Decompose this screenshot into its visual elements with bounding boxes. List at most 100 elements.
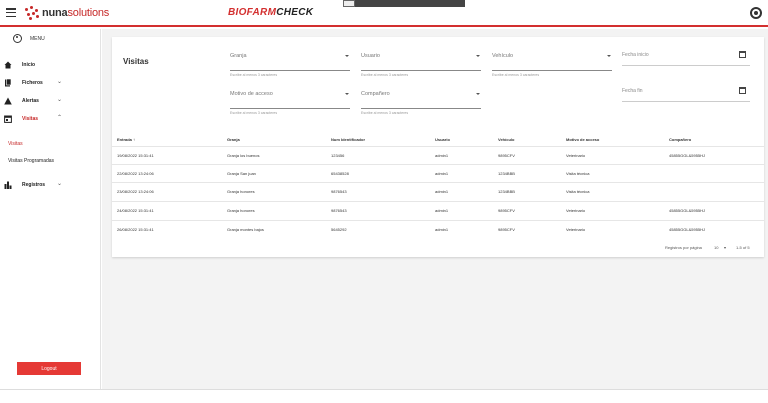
rows-per-page-label: Registros por página [665,245,702,250]
fecha-fin-placeholder: Fecha fin [622,88,643,94]
sidebar-item-label: Inicio [22,62,36,68]
sidebar-subitem-visitas-programadas[interactable]: Visitas Programadas [8,158,54,164]
table-row[interactable]: 23/08/2022 13:24:06 Granja honores 98765… [112,182,764,200]
calendar-icon[interactable] [739,87,746,94]
menu-label: MENU [30,35,45,42]
vehiculo-select[interactable]: Vehículo [492,51,612,71]
sidebar-item-inicio[interactable]: Inicio [0,57,101,73]
chevron-down-icon[interactable]: ▾ [724,245,726,250]
cell-entrada: 19/08/2022 15:31:41 [117,153,154,158]
cell-vehiculo: 9895CFV [498,208,515,213]
cell-vehiculo: 9895CFV [498,227,515,232]
cell-num-identificador: 123456 [331,153,345,158]
sidebar-item-label: Ficheros [22,80,43,86]
column-header-entrada[interactable]: Entrada ↑ [117,137,135,142]
brand-part2: CHECK [276,7,314,18]
cell-entrada: 22/08/2022 13:24:06 [117,171,154,176]
cell-motivo: Visita técnica [566,189,590,194]
cell-num-identificador: 5645292 [331,227,347,232]
cell-granja: Granja honores [227,208,255,213]
bottom-divider [0,389,768,390]
home-icon [4,61,12,69]
fecha-fin-field[interactable]: Fecha fin [622,87,750,102]
chevron-down-icon: ⌄ [57,79,63,85]
cell-num-identificador: 9876543 [331,208,347,213]
dropdown-arrow-icon [607,55,611,57]
cell-granja: Granja San juan [227,171,256,176]
logo-text-light: solutions [67,7,110,19]
granja-placeholder: Granja [230,53,247,59]
chevron-down-icon: ⌄ [57,181,63,187]
sidebar-item-ficheros[interactable]: Ficheros ⌄ [0,75,101,91]
chevron-up-icon: ⌃ [57,115,63,121]
cell-motivo: Veterinario [566,227,586,232]
warning-icon [4,97,12,105]
pagination-range: 1-5 of 5 [736,245,750,250]
cell-vehiculo: 1234BBB [498,171,515,176]
cell-num-identificador: 9876543 [331,189,347,194]
sidebar-subitem-visitas[interactable]: Visitas [8,141,23,147]
calendar-icon[interactable] [739,51,746,58]
chevron-down-icon: ⌄ [57,97,63,103]
fecha-inicio-placeholder: Fecha inicio [622,52,649,58]
sidebar-item-label: Alertas [22,98,39,104]
column-header-usuario[interactable]: Usuario [435,137,450,142]
brand-part1: BIOFARM [228,7,277,18]
cell-num-identificador: 65438528 [331,171,349,176]
companero-select[interactable]: Compañero [361,89,481,109]
sidebar-item-alertas[interactable]: Alertas ⌄ [0,93,101,109]
table-row[interactable]: 19/08/2022 15:31:41 Granja los buenos 12… [112,146,764,164]
logout-button[interactable]: Logout [17,362,81,375]
motivo-placeholder: Motivo de acceso [230,91,273,97]
column-header-companero[interactable]: Compañero [669,137,691,142]
bar-chart-icon [4,181,12,189]
top-bar: nunasolutions BIOFARMCHECK [0,0,768,27]
gear-icon[interactable] [750,7,762,19]
sidebar-item-registros[interactable]: Registros ⌄ [0,177,101,193]
cell-vehiculo: 9895CFV [498,153,515,158]
usuario-select[interactable]: Usuario [361,51,481,71]
cell-companero: 45855GGL&5955HJ [669,208,706,213]
motivo-hint: Escribe al menos 3 caracteres [230,111,278,115]
dropdown-arrow-icon [345,93,349,95]
cell-usuario: admin1 [435,208,449,213]
cell-usuario: admin1 [435,227,449,232]
page-title: Visitas [123,57,149,66]
cell-entrada: 24/08/2022 15:31:41 [117,208,154,213]
column-header-motivo[interactable]: Motivo de acceso [566,137,599,142]
cell-granja: Granja montes bajos [227,227,264,232]
app-brand: BIOFARMCHECK [228,7,313,18]
granja-select[interactable]: Granja [230,51,350,71]
file-icon [5,79,12,87]
sidebar-item-label: Visitas [22,116,39,122]
cell-granja: Granja los buenos [227,153,260,158]
column-header-num-identificador[interactable]: Num Identificador [331,137,365,142]
menu-header: MENU [13,34,45,43]
cell-entrada: 23/08/2022 13:24:06 [117,189,154,194]
fecha-inicio-field[interactable]: Fecha inicio [622,51,750,66]
table-row[interactable]: 26/08/2022 15:31:41 Granja montes bajos … [112,220,764,238]
menu-icon[interactable] [6,8,16,18]
table-row[interactable]: 24/08/2022 15:31:41 Granja honores 98765… [112,201,764,219]
cell-usuario: admin1 [435,153,449,158]
cell-companero: 45855GGL&5955HJ [669,227,706,232]
rows-per-page-select[interactable]: 10 [714,245,718,250]
table-row[interactable]: 22/08/2022 13:24:06 Granja San juan 6543… [112,164,764,182]
sidebar: MENU Inicio Ficheros ⌄ Alertas ⌄ Visitas… [0,29,101,389]
logo-text-main: nuna [42,7,68,19]
top-center-bar [343,0,465,7]
cell-motivo: Veterinario [566,208,586,213]
cell-vehiculo: 1234BBB [498,189,515,194]
column-header-vehiculo[interactable]: Vehículo [498,137,514,142]
nuna-logo: nunasolutions [24,3,109,23]
companero-placeholder: Compañero [361,91,390,97]
calendar-icon [4,115,12,123]
dropdown-arrow-icon [345,55,349,57]
motivo-select[interactable]: Motivo de acceso [230,89,350,109]
column-header-granja[interactable]: Granja [227,137,240,142]
cell-granja: Granja honores [227,189,255,194]
vehiculo-hint: Escribe al menos 3 caracteres [492,73,540,77]
usuario-hint: Escribe al menos 3 caracteres [361,73,409,77]
sidebar-item-visitas[interactable]: Visitas ⌃ [0,111,101,127]
companero-hint: Escribe al menos 3 caracteres [361,111,409,115]
